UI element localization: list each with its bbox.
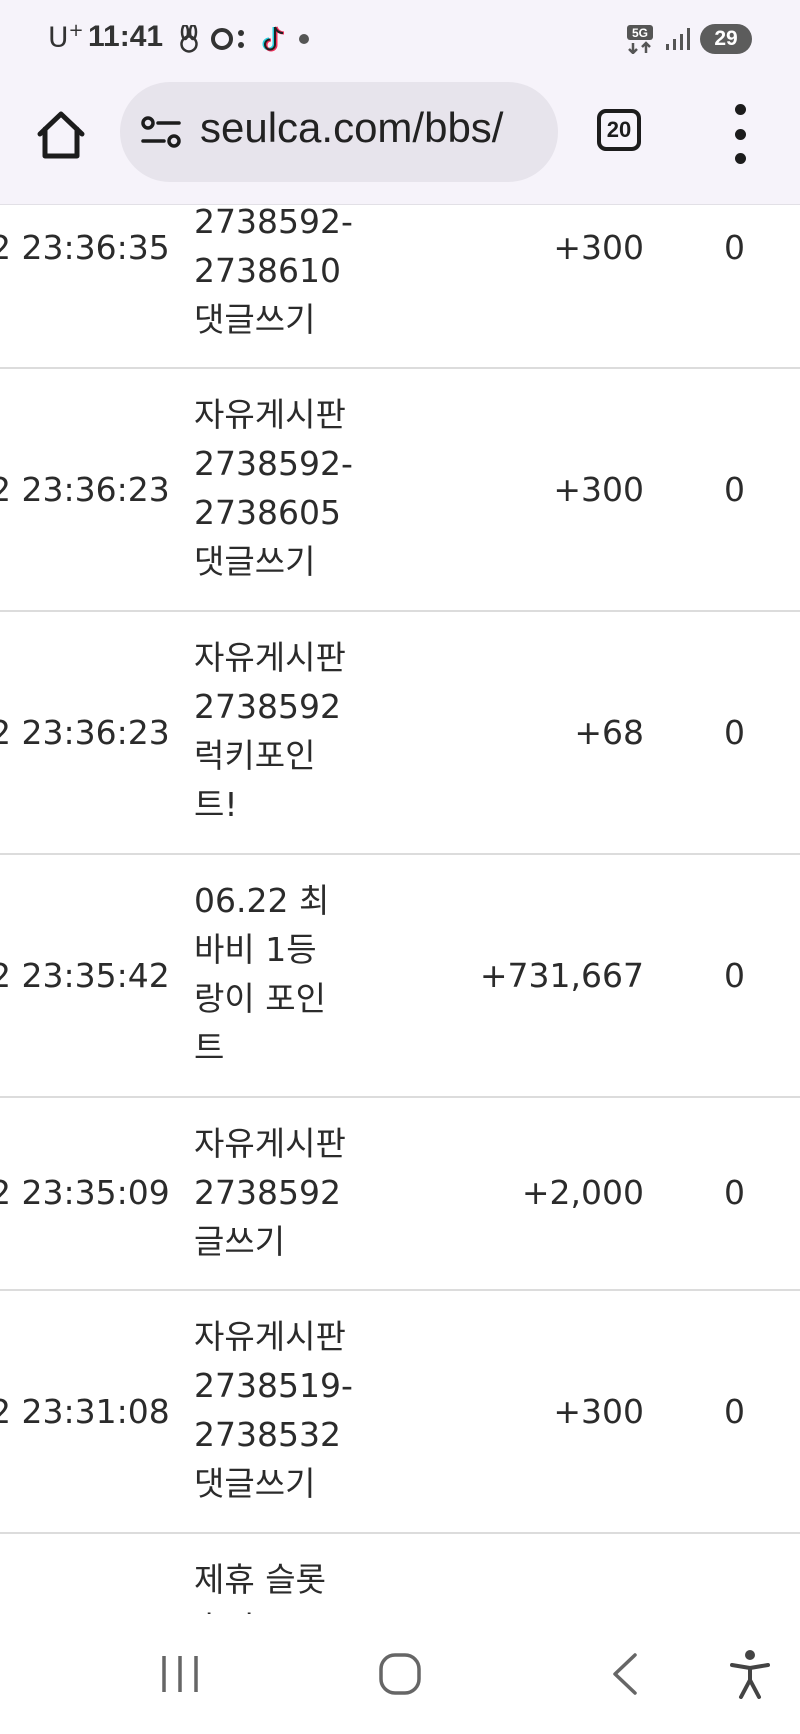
- row-balance: 0: [724, 1392, 745, 1431]
- signal-icon: [666, 28, 690, 50]
- network-5g-icon: 5G: [627, 25, 653, 54]
- accessibility-icon: [730, 1650, 770, 1699]
- menu-dot-icon: [734, 128, 746, 140]
- row-description[interactable]: 자유게시판 2738592 글쓰기: [194, 1119, 364, 1266]
- row-points: +300: [553, 470, 644, 509]
- back-button[interactable]: [595, 1644, 655, 1704]
- row-datetime: 2 23:31:08: [0, 1392, 170, 1431]
- carrier-label: U+: [48, 20, 84, 54]
- row-datetime: 2 23:36:35: [0, 228, 170, 267]
- battery-indicator: 29: [700, 24, 752, 54]
- tab-switcher-button[interactable]: 20: [597, 109, 641, 151]
- site-info-icon[interactable]: [140, 114, 182, 150]
- table-row: 2 23:36:23 자유게시판 2738592- 2738605 댓글쓰기 +300…: [0, 369, 800, 612]
- notification-icons: [178, 22, 312, 56]
- table-row: 2 23:36:35 2738592- 2738610 댓글쓰기 +300 0: [0, 205, 800, 369]
- row-balance: 0: [724, 228, 745, 267]
- home-nav-button[interactable]: [370, 1644, 430, 1704]
- table-row: 2 23:35:09 자유게시판 2738592 글쓰기 +2,000 0: [0, 1098, 800, 1291]
- row-points: +300: [553, 228, 644, 267]
- row-balance: 0: [724, 713, 745, 752]
- svg-text:5G: 5G: [632, 26, 648, 40]
- home-icon: [37, 111, 85, 159]
- row-balance: 0: [724, 1173, 745, 1212]
- tiktok-icon: [262, 26, 285, 52]
- url-text[interactable]: seulca.com/bbs/: [200, 104, 503, 152]
- row-description[interactable]: 자유게시판 2738592- 2738605 댓글쓰기: [194, 390, 364, 586]
- recent-apps-button[interactable]: [150, 1644, 210, 1704]
- row-description[interactable]: 06.22 최 바비 1등 랑이 포인 트: [194, 876, 364, 1072]
- table-row: 2 23:36:23 자유게시판 2738592 럭키포인 트! +68 0: [0, 612, 800, 855]
- bunny-icon: [180, 25, 198, 53]
- row-description[interactable]: 제휴 슬롯후기: [194, 1555, 364, 1614]
- row-description[interactable]: 자유게시판 2738519- 2738532 댓글쓰기: [194, 1312, 364, 1508]
- dot-icon: [299, 34, 309, 44]
- row-datetime: 2 23:36:23: [0, 713, 170, 752]
- back-chevron-icon: [613, 1653, 637, 1695]
- point-history-table: 2 23:36:35 2738592- 2738610 댓글쓰기 +300 0 2 …: [0, 205, 800, 1614]
- menu-dot-icon: [734, 153, 746, 164]
- system-icons: 5G 29: [626, 22, 752, 56]
- row-datetime: 2 23:36:23: [0, 470, 170, 509]
- home-circle-icon: [379, 1653, 421, 1695]
- row-datetime: 2 23:35:42: [0, 956, 170, 995]
- row-description[interactable]: 자유게시판 2738592 럭키포인 트!: [194, 633, 364, 829]
- status-bar: U+ 11:41 5G 29: [0, 0, 800, 74]
- row-balance: 0: [724, 956, 745, 995]
- more-menu-button[interactable]: [726, 104, 754, 164]
- row-balance: 0: [724, 470, 745, 509]
- row-points: +731,667: [479, 956, 644, 995]
- home-button[interactable]: [30, 104, 92, 166]
- address-bar[interactable]: seulca.com/bbs/: [120, 82, 558, 182]
- menu-dot-icon: [734, 104, 746, 115]
- browser-toolbar: seulca.com/bbs/ 20: [0, 74, 800, 205]
- row-datetime: 2 23:35:09: [0, 1173, 170, 1212]
- talk-icon: [211, 28, 244, 50]
- table-row: 2 23:31:08 자유게시판 2738519- 2738532 댓글쓰기 +300…: [0, 1291, 800, 1534]
- row-points: +2,000: [521, 1173, 644, 1212]
- clock: 11:41: [88, 20, 164, 53]
- table-row: 제휴 슬롯후기: [0, 1534, 800, 1614]
- system-navigation-bar: [0, 1614, 800, 1734]
- row-points: +300: [553, 1392, 644, 1431]
- row-description[interactable]: 2738592- 2738610 댓글쓰기: [194, 205, 364, 344]
- accessibility-button[interactable]: [720, 1644, 780, 1704]
- recent-apps-icon: [162, 1656, 198, 1692]
- table-row: 2 23:35:42 06.22 최 바비 1등 랑이 포인 트 +731,667 0: [0, 855, 800, 1098]
- row-points: +68: [574, 713, 644, 752]
